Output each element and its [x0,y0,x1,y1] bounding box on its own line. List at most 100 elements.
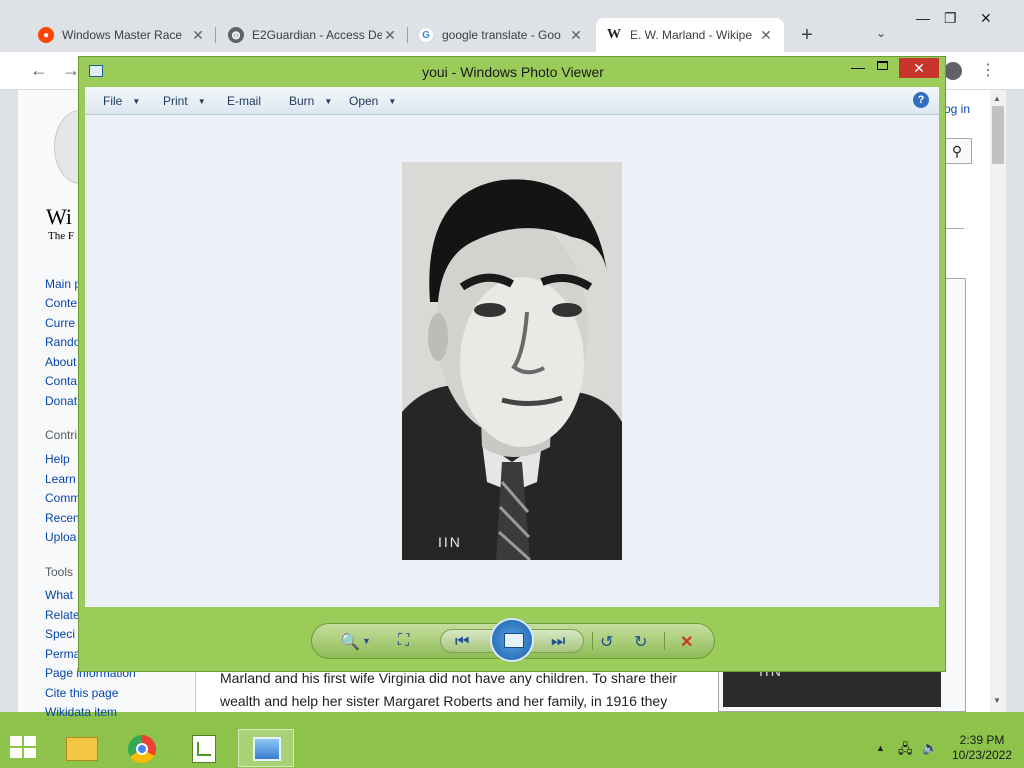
zoom-chevron-down-icon[interactable]: ▼ [362,636,371,646]
login-link[interactable]: og in [944,102,970,116]
menu-email[interactable]: E-mail [227,94,261,108]
file-explorer-icon [66,737,98,761]
delete-icon[interactable]: ✕ [680,632,693,652]
menu-label: Open [349,94,379,108]
nav-random-article[interactable]: Rando [45,335,80,349]
clock-date: 10/23/2022 [951,748,1013,762]
nav-cite-this-page[interactable]: Cite this page [45,686,118,700]
nav-donate[interactable]: Donat [45,394,77,408]
nav-contents[interactable]: Conte [45,296,77,310]
nav-special-pages[interactable]: Speci [45,627,75,641]
wikipedia-icon: W [607,27,621,42]
system-clock[interactable]: 2:39 PM 10/23/2022 [944,733,1020,763]
nav-what-links-here[interactable]: What [45,588,73,602]
browser-maximize-button[interactable]: ❐ [944,10,957,27]
nav-learn[interactable]: Learn [45,472,76,486]
clock-time: 2:39 PM [959,733,1005,747]
photo-canvas: IIN [85,115,939,607]
photo-viewer-controls: 🔍 ▼ ⛶ ⏮ ⏭ ↺ ↻ ✕ [311,618,715,662]
page-scrollbar[interactable]: ▲ ▼ [990,90,1006,712]
browser-minimize-button[interactable]: — [916,10,930,26]
scroll-down-icon[interactable]: ▼ [993,696,1001,705]
photo-viewer-menubar: File ▼ Print ▼ E-mail Burn ▼ Open ▼ ? [85,87,939,115]
tab-title: E. W. Marland - Wikipe [630,28,753,42]
taskbar-chrome[interactable] [114,729,170,767]
minimize-button[interactable]: — [851,59,865,75]
close-tab-icon[interactable]: ✕ [568,27,584,44]
nav-upload[interactable]: Uploa [45,530,76,544]
nav-about[interactable]: About [45,355,76,369]
tab-search-chevron-icon[interactable]: ⌄ [876,26,886,40]
menu-label: File [103,94,123,108]
tab-wikipedia[interactable]: W E. W. Marland - Wikipe ✕ [596,18,784,52]
window-title: youi - Windows Photo Viewer [422,64,604,80]
close-tab-icon[interactable]: ✕ [190,27,206,44]
scrollbar-thumb[interactable] [992,106,1004,164]
scroll-up-icon[interactable]: ▲ [993,94,1001,103]
back-button[interactable]: ← [30,60,48,81]
tab-title: Windows Master Race [62,28,183,42]
nav-community[interactable]: Comm [45,491,80,505]
menu-file[interactable]: File ▼ [103,94,140,108]
close-tab-icon[interactable]: ✕ [758,27,774,44]
actual-size-icon[interactable]: ⛶ [398,632,409,650]
menu-label: E-mail [227,94,262,108]
network-icon[interactable]: 🖧 [898,740,913,762]
photo-viewer-window: youi - Windows Photo Viewer — ✕ File ▼ Pr… [78,56,946,672]
windows-logo-icon [24,748,36,758]
taskbar-file-explorer[interactable] [54,729,110,767]
help-icon[interactable]: ? [913,92,929,108]
nav-current-events[interactable]: Curre [45,316,75,330]
search-icon[interactable]: ⚲ [942,138,972,164]
menu-burn[interactable]: Burn ▼ [289,94,332,108]
browser-close-button[interactable]: ✕ [980,10,992,27]
chevron-down-icon: ▼ [132,97,141,106]
article-text-line: wealth and help her sister Margaret Robe… [220,693,668,709]
menu-label: Print [163,94,188,108]
chevron-down-icon: ▼ [388,97,397,106]
nav-permanent-link[interactable]: Perma [45,647,80,661]
volume-icon[interactable]: 🔈 [922,740,938,756]
wikipedia-tagline: The F [48,230,74,242]
new-tab-button[interactable]: + [796,24,818,46]
photo-caption: IIN [438,534,462,550]
tab-e2guardian[interactable]: ◍ E2Guardian - Access De ✕ [218,18,408,52]
chrome-icon [128,735,156,763]
next-icon[interactable]: ⏭ [551,633,565,651]
nav-wikidata-item[interactable]: Wikidata item [45,705,117,719]
google-icon: G [418,27,434,43]
zoom-icon[interactable]: 🔍 [340,632,360,652]
start-button[interactable] [10,736,38,760]
nav-contact[interactable]: Conta [45,374,77,388]
portrait-photo[interactable]: IIN [402,162,622,560]
chevron-down-icon: ▼ [197,97,206,106]
slideshow-button[interactable] [490,618,534,662]
tab-windows-master-race[interactable]: ● Windows Master Race ✕ [28,18,216,52]
previous-icon[interactable]: ⏮ [455,633,469,651]
photo-viewer-icon [253,737,281,761]
maximize-button[interactable] [877,61,888,70]
divider [664,632,665,650]
globe-icon: ◍ [228,27,244,43]
show-hidden-icons-chevron-icon[interactable]: ▲ [876,743,885,753]
windows-logo-icon [24,736,36,746]
menu-print[interactable]: Print ▼ [163,94,206,108]
menu-open[interactable]: Open ▼ [349,94,396,108]
close-tab-icon[interactable]: ✕ [382,27,398,44]
rotate-counterclockwise-icon[interactable]: ↺ [600,632,613,652]
windows-taskbar: ▲ 🖧 🔈 2:39 PM 10/23/2022 [0,728,1024,768]
nav-help[interactable]: Help [45,452,70,466]
chevron-down-icon: ▼ [324,97,333,106]
nav-contribute-heading: Contri [45,428,78,442]
tab-google-translate[interactable]: G google translate - Goo ✕ [408,18,594,52]
nav-main-page[interactable]: Main p [45,277,81,291]
close-button[interactable]: ✕ [899,58,939,78]
photo-viewer-titlebar[interactable]: youi - Windows Photo Viewer — ✕ [79,57,947,87]
chrome-menu-button[interactable]: ⋮ [980,60,996,80]
rotate-clockwise-icon[interactable]: ↻ [634,632,647,652]
nav-related-changes[interactable]: Relate [45,608,80,622]
nav-recent-changes[interactable]: Recen [45,511,80,525]
notepad-plus-plus-icon [192,735,216,763]
taskbar-notepad-plus-plus[interactable] [176,729,232,767]
taskbar-photo-viewer[interactable] [238,729,294,767]
